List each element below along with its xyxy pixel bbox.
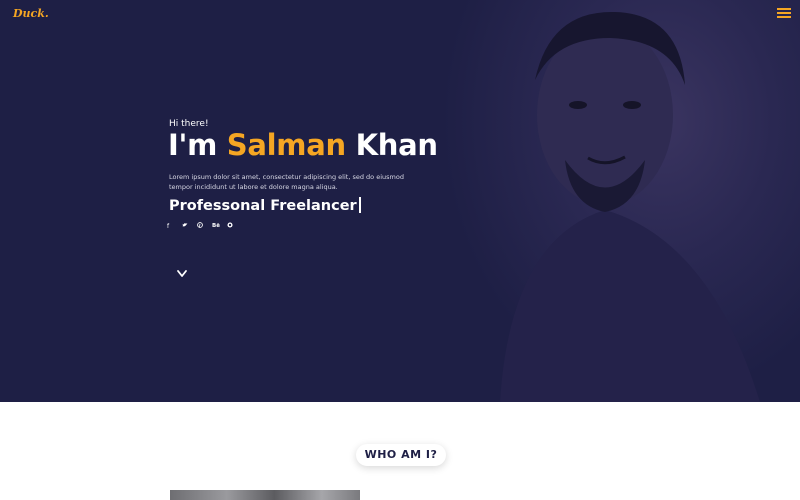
- twitter-bird-shape: [182, 223, 188, 227]
- typing-cursor: [358, 197, 361, 213]
- social-links: f Bē: [167, 222, 242, 231]
- section-title-who-am-i: WHO AM I?: [356, 444, 446, 466]
- pinterest-shape: [197, 222, 203, 228]
- facebook-icon[interactable]: f: [167, 222, 182, 231]
- chevron-down-icon[interactable]: [176, 264, 188, 277]
- chevron-shape: [177, 270, 187, 277]
- headline-first-name: Salman: [226, 128, 346, 162]
- about-image: [170, 490, 360, 500]
- hamburger-menu-icon[interactable]: [777, 8, 791, 18]
- github-shape: [227, 222, 233, 228]
- hero-intro: Lorem ipsum dolor sit amet, consectetur …: [169, 173, 404, 191]
- headline-prefix: I'm: [168, 128, 217, 162]
- hero-role: Professonal Freelancer: [169, 197, 361, 214]
- github-icon[interactable]: [227, 222, 242, 231]
- portrait-silhouette: [500, 11, 760, 402]
- twitter-icon[interactable]: [182, 222, 197, 231]
- hero-headline: I'm Salman Khan: [168, 128, 438, 162]
- profile-photo: [440, 0, 800, 402]
- headline-last-name: Khan: [355, 128, 438, 162]
- behance-icon[interactable]: Bē: [212, 222, 227, 231]
- pinterest-icon[interactable]: [197, 222, 212, 231]
- menu-bar: [777, 16, 791, 18]
- brand-logo[interactable]: Duck.: [13, 7, 49, 20]
- menu-bar: [777, 12, 791, 14]
- menu-bar: [777, 8, 791, 10]
- role-text: Professonal Freelancer: [169, 198, 357, 214]
- hero-section: Duck. Hi there! I'm Salman Khan Lorem ip…: [0, 0, 800, 402]
